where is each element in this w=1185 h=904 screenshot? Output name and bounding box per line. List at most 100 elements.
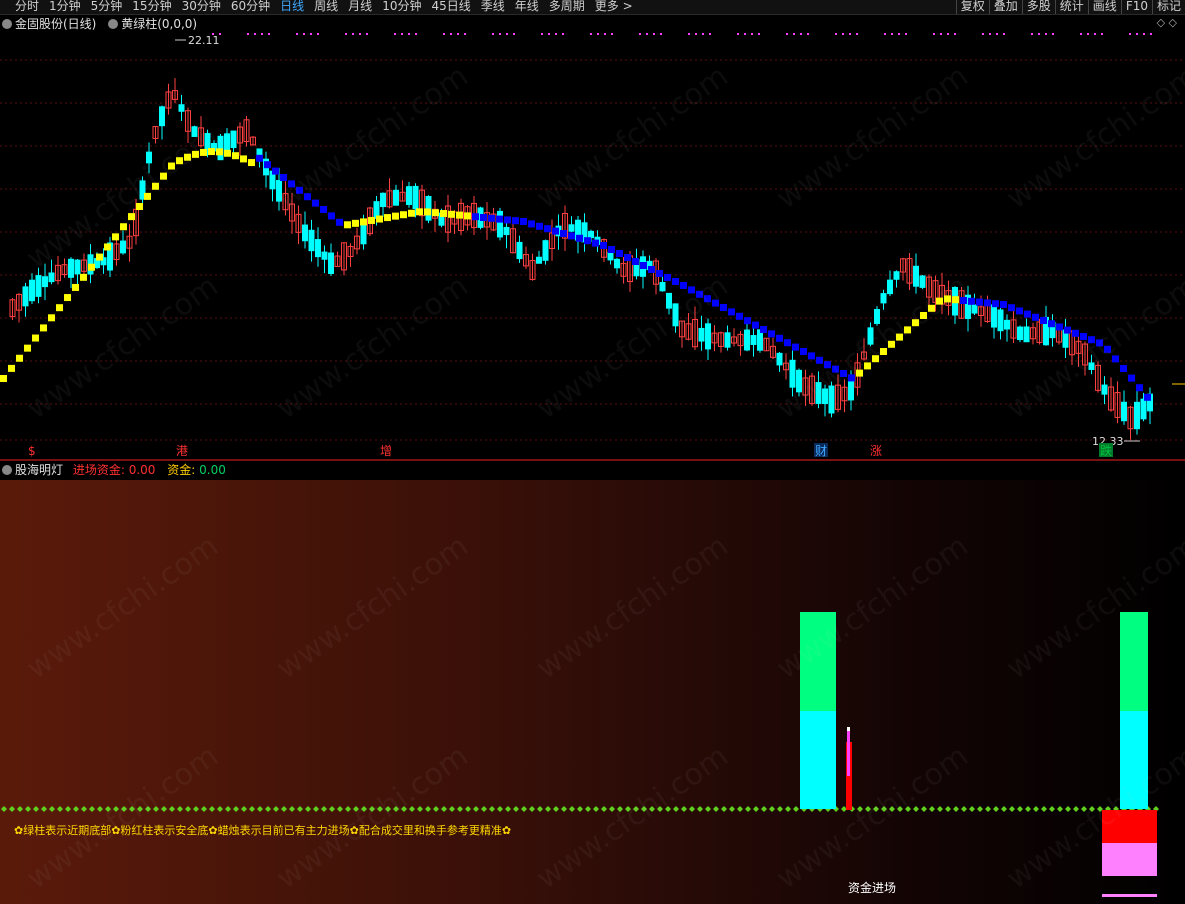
baseline-diamond	[569, 806, 575, 812]
signal-dot	[492, 33, 494, 35]
trend-block	[272, 167, 279, 175]
baseline-diamond	[241, 806, 247, 812]
signal-dot	[1080, 33, 1082, 35]
trend-block	[1072, 329, 1079, 337]
indicator-panel[interactable]: ✿绿柱表示近期底部✿粉红柱表示安全底✿蜡烛表示目前已有主力进场✿配合成交里和换手…	[0, 480, 1185, 904]
trend-block	[992, 300, 999, 308]
signal-dot	[548, 33, 550, 35]
baseline-diamond	[225, 806, 231, 812]
baseline-diamond	[913, 806, 919, 812]
candle-body	[776, 352, 783, 366]
baseline-diamond	[993, 806, 999, 812]
trend-block	[944, 295, 951, 303]
trend-block	[776, 334, 783, 342]
baseline-diamond	[409, 806, 415, 812]
candle-body	[159, 106, 165, 127]
baseline-diamond	[513, 806, 519, 812]
trend-block	[864, 362, 871, 370]
baseline-diamond	[305, 806, 311, 812]
baseline-diamond	[385, 806, 391, 812]
trend-block	[408, 209, 415, 217]
candle-body	[497, 210, 503, 238]
trend-block	[296, 186, 303, 194]
trend-block	[848, 374, 855, 382]
baseline-diamond	[257, 806, 263, 812]
trend-block	[120, 223, 127, 231]
trend-block	[288, 180, 295, 188]
baseline-diamond	[665, 806, 671, 812]
trend-block	[512, 217, 519, 225]
signal-dot	[310, 33, 312, 35]
trend-block	[632, 258, 639, 265]
baseline-diamond	[977, 806, 983, 812]
trend-block	[592, 239, 599, 247]
signal-dot	[597, 33, 599, 35]
signal-dot	[793, 33, 795, 35]
candle-body	[302, 224, 308, 242]
trend-block	[888, 340, 895, 348]
trend-block	[616, 250, 623, 257]
signal-dot	[695, 33, 697, 35]
baseline-diamond	[1033, 806, 1039, 812]
signal-dot	[499, 33, 501, 35]
trend-block	[1040, 317, 1047, 324]
signal-dot	[646, 33, 648, 35]
baseline-diamond	[169, 806, 175, 812]
candle-body	[74, 259, 81, 275]
candle-body	[425, 196, 432, 221]
baseline-diamond	[329, 806, 335, 812]
signal-dot	[1087, 33, 1089, 35]
signal-dot	[660, 33, 662, 35]
baseline-diamond	[393, 806, 399, 812]
trend-block	[1136, 384, 1143, 392]
entry-fund-value: 0.00	[128, 463, 156, 477]
trend-block	[696, 290, 703, 298]
trend-block	[1016, 307, 1023, 315]
signal-dot	[954, 33, 956, 35]
signal-dot	[247, 33, 249, 35]
baseline-diamond	[273, 806, 279, 812]
trend-block	[376, 215, 383, 223]
signal-dot	[1150, 33, 1152, 35]
signal-dot	[611, 33, 613, 35]
signal-dot	[408, 33, 410, 35]
signal-dot	[1003, 33, 1005, 35]
baseline-diamond	[921, 806, 927, 812]
event-marker: 涨	[870, 443, 882, 458]
trend-block	[320, 206, 327, 213]
baseline-diamond	[1017, 806, 1023, 812]
candle-body	[217, 135, 224, 161]
baseline-diamond	[545, 806, 551, 812]
signal-dot	[940, 33, 942, 35]
baseline-diamond	[857, 806, 863, 812]
signal-dot	[758, 33, 760, 35]
trend-block	[928, 304, 935, 312]
trend-block	[152, 182, 159, 190]
signal-dot	[562, 33, 564, 35]
candle-body	[997, 309, 1004, 332]
baseline-diamond	[889, 806, 895, 812]
signal-dot	[359, 33, 361, 35]
candle-body	[672, 303, 679, 327]
sub-indicator-name[interactable]: 股海明灯	[15, 463, 63, 477]
candlestick-chart[interactable]: 22.1112.33$ 港增财涨跌	[0, 0, 1185, 459]
baseline-diamond	[41, 806, 47, 812]
candle-body	[542, 240, 549, 261]
baseline-diamond	[121, 806, 127, 812]
candle-body	[42, 276, 48, 288]
baseline-diamond	[297, 806, 303, 812]
baseline-diamond	[745, 806, 751, 812]
trend-block	[648, 266, 655, 273]
collapse-icon[interactable]	[2, 465, 12, 475]
baseline-diamond	[89, 806, 95, 812]
candle-body	[146, 151, 152, 164]
candle-body	[1023, 326, 1030, 343]
candle-body	[321, 251, 328, 260]
signal-dot	[415, 33, 417, 35]
trend-block	[520, 218, 527, 225]
trend-block	[416, 208, 423, 216]
trend-block	[1048, 320, 1055, 328]
baseline-diamond	[465, 806, 471, 812]
signal-dot	[856, 33, 858, 35]
baseline-diamond	[33, 806, 39, 812]
